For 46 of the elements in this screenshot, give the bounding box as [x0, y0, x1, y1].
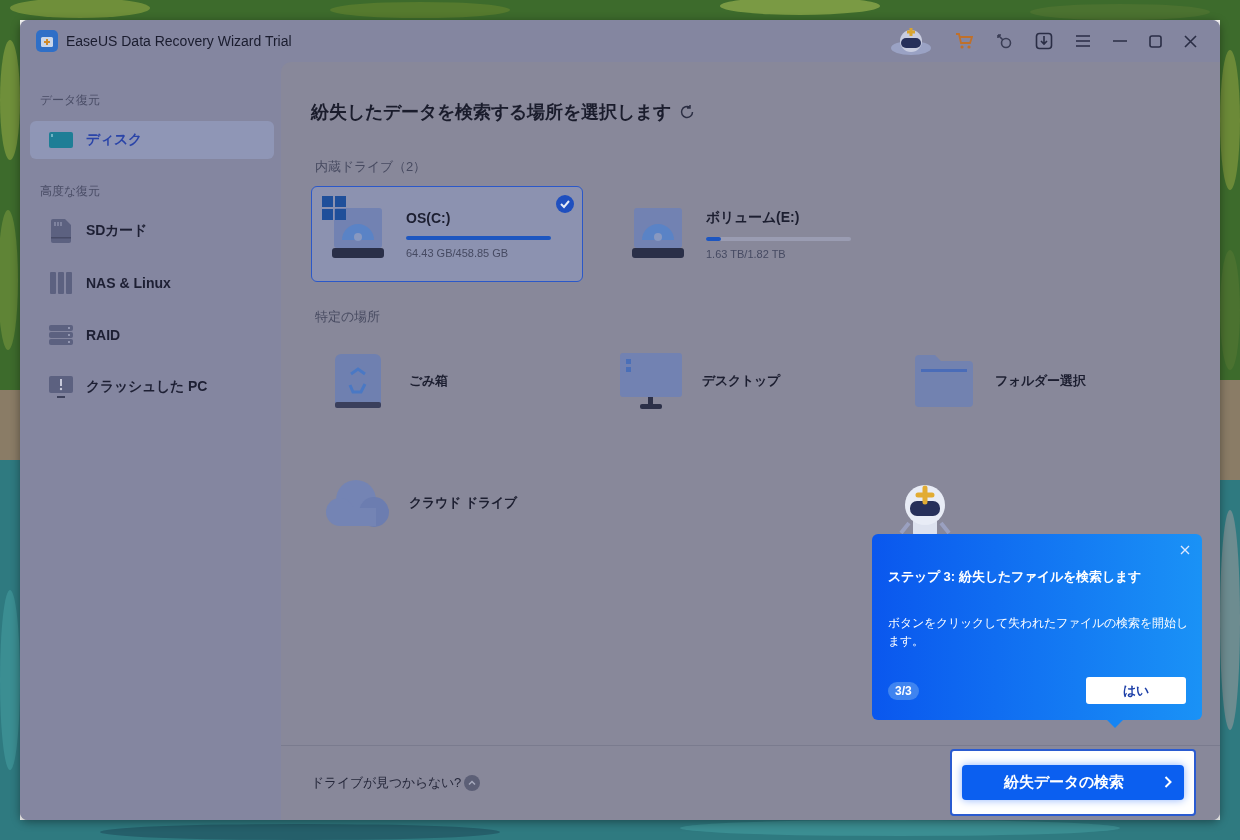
sidebar-item[interactable]: クラッシュした PC — [30, 368, 274, 406]
page-heading: 紛失したデータを検索する場所を選択します — [311, 101, 671, 124]
scan-button[interactable]: 紛失データの検索 — [962, 764, 1184, 800]
drive-name: ボリューム(E:) — [706, 208, 801, 227]
menu-icon[interactable] — [1075, 34, 1091, 48]
expand-up-icon[interactable] — [464, 775, 481, 791]
sidebar-item[interactable]: RAID — [30, 316, 274, 354]
location-item[interactable]: デスクトップ — [604, 348, 897, 414]
tooltip-body: ボタンをクリックして失われたファイルの検索を開始します。 — [888, 615, 1189, 650]
drive-card[interactable]: OS(C:) 64.43 GB/458.85 GB — [311, 186, 583, 282]
cloud-icon — [326, 478, 390, 528]
app-logo-icon — [36, 30, 58, 52]
location-item[interactable]: ごみ箱 — [311, 348, 604, 414]
refresh-icon[interactable] — [679, 104, 695, 120]
hard-drive-icon — [632, 208, 684, 260]
download-icon[interactable] — [1035, 32, 1053, 50]
tooltip-title: ステップ 3: 紛失したファイルを検索します — [888, 568, 1142, 586]
sidebar-item[interactable]: ディスク — [30, 121, 274, 159]
sd-card-icon — [51, 219, 71, 243]
drive-usage: 64.43 GB/458.85 GB — [406, 246, 510, 259]
close-icon[interactable] — [1184, 34, 1197, 48]
location-item[interactable]: クラウド ドライブ — [311, 470, 604, 536]
section-heading: 特定の場所 — [315, 308, 381, 326]
chevron-right-icon — [1164, 776, 1172, 788]
recycle-bin-icon — [333, 354, 383, 408]
hard-drive-icon — [332, 208, 384, 260]
nas-icon — [50, 272, 72, 294]
section-heading: 内蔵ドライブ（2） — [315, 158, 428, 176]
sidebar-item[interactable]: SDカード — [30, 212, 274, 250]
location-item[interactable]: フォルダー選択 — [897, 348, 1190, 414]
monitor-icon — [620, 353, 682, 409]
drive-name: OS(C:) — [406, 209, 452, 226]
maximize-icon[interactable] — [1149, 34, 1162, 48]
monitor-warning-icon — [49, 376, 73, 398]
tooltip-pointer-icon — [1107, 720, 1123, 728]
ok-button[interactable]: はい — [1086, 677, 1186, 704]
folder-icon — [915, 355, 973, 407]
help-link[interactable]: ドライブが見つからない? — [311, 774, 462, 792]
key-icon[interactable] — [995, 32, 1013, 50]
drive-card[interactable]: ボリューム(E:) 1.63 TB/1.82 TB — [611, 186, 883, 282]
sidebar-item[interactable]: NAS & Linux — [30, 264, 274, 302]
drive-usage: 1.63 TB/1.82 TB — [706, 247, 787, 260]
window-title: EaseUS Data Recovery Wizard Trial — [66, 33, 293, 49]
step-counter: 3/3 — [888, 681, 919, 700]
server-icon — [49, 325, 73, 345]
robot-avatar-icon[interactable] — [889, 26, 933, 56]
